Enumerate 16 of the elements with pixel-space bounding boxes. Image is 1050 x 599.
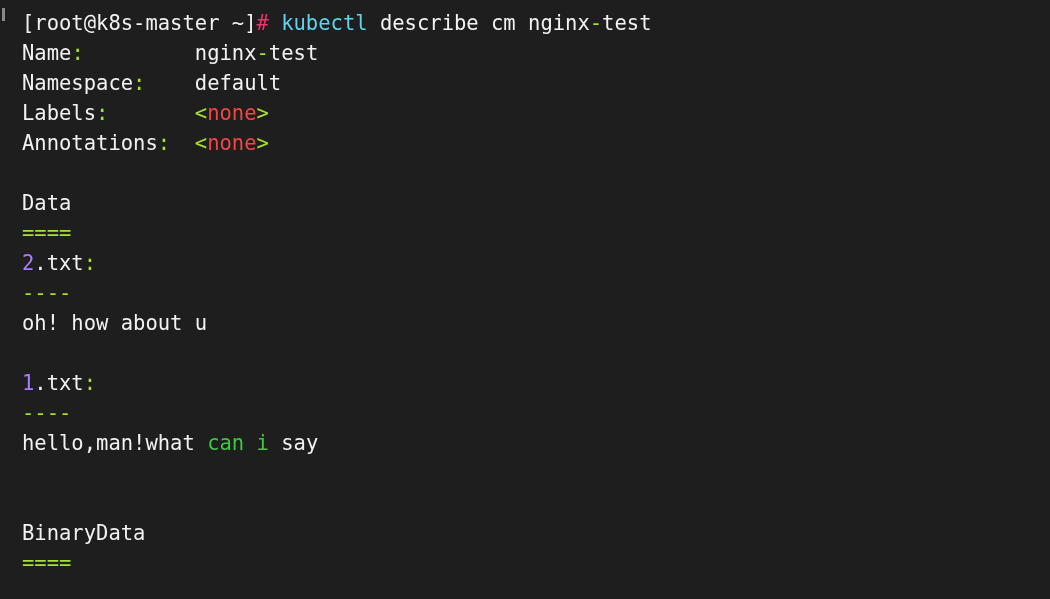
terminal-line: Name: nginx-test: [22, 40, 319, 67]
terminal-line: ====: [22, 550, 72, 577]
terminal-line: oh! how about u: [22, 310, 208, 337]
terminal-line: Data: [22, 190, 72, 217]
terminal-line: ----: [22, 280, 72, 307]
terminal-line: BinaryData: [22, 520, 146, 547]
terminal-line: 1.txt:: [22, 370, 97, 397]
terminal-line: 2.txt:: [22, 250, 97, 277]
terminal-line: Namespace: default: [22, 70, 282, 97]
cursor-marker: [2, 8, 5, 21]
terminal-line: ----: [22, 400, 72, 427]
terminal-line: ====: [22, 220, 72, 247]
terminal-line: Annotations: <none>: [22, 130, 269, 157]
terminal-line: [root@k8s-master ~]# kubectl describe cm nginx-test: [22, 10, 652, 37]
terminal-line: hello,man!what can i say: [22, 430, 319, 457]
terminal-line: Labels: <none>: [22, 100, 269, 127]
